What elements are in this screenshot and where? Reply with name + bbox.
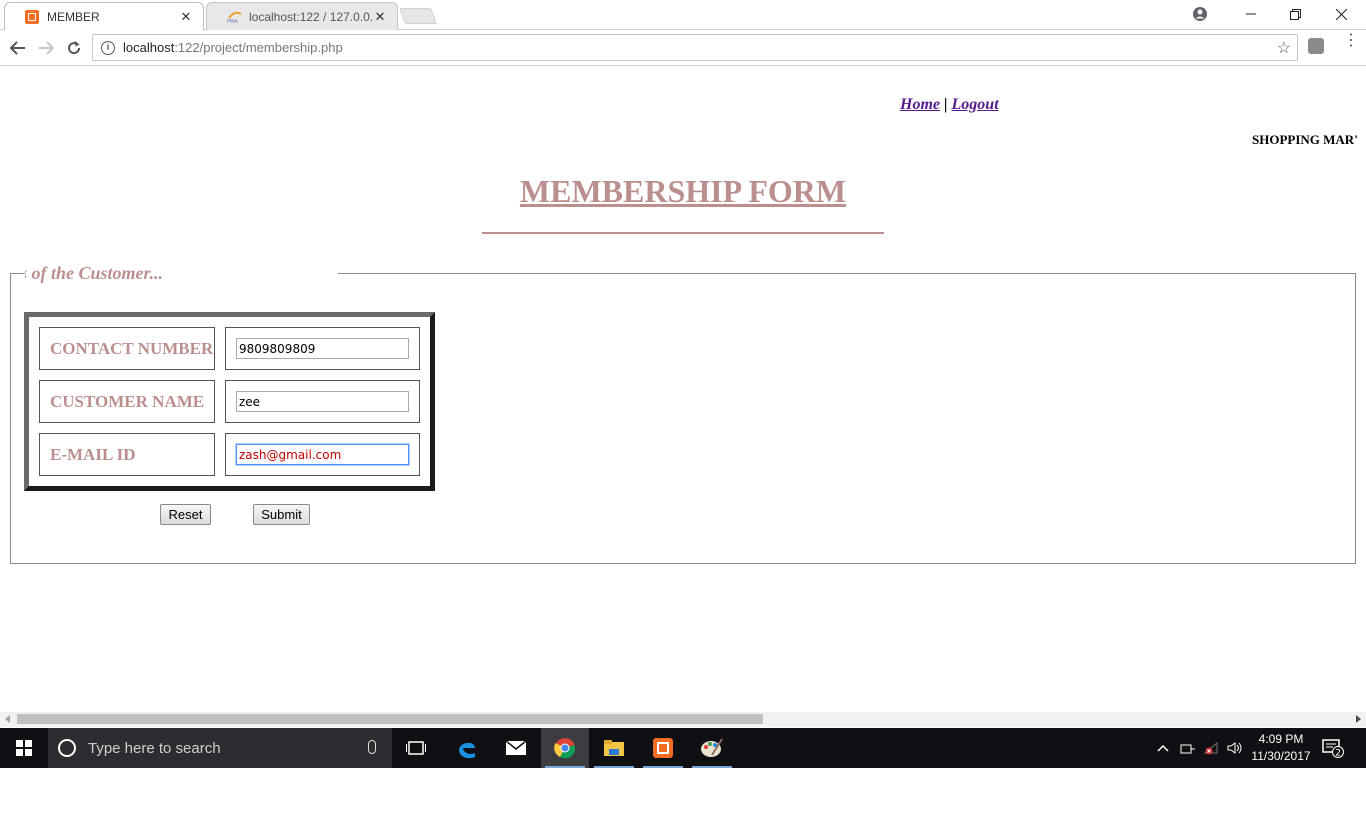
xampp-taskbar-icon[interactable] [639, 728, 687, 768]
back-arrow-icon[interactable] [8, 38, 28, 58]
start-button[interactable] [0, 728, 48, 768]
title-divider [482, 232, 884, 234]
close-window-button[interactable] [1318, 0, 1364, 28]
logout-link[interactable]: Logout [952, 96, 999, 113]
horizontal-scrollbar[interactable] [0, 712, 1366, 727]
screen-margin [0, 768, 1366, 815]
restore-button[interactable] [1272, 0, 1318, 28]
tab-title: MEMBER [47, 9, 100, 24]
marquee-text: SHOPPING MAR' [1252, 132, 1358, 147]
taskbar-search[interactable]: Type here to search [48, 728, 392, 768]
windows-icon [16, 740, 32, 756]
chrome-icon[interactable] [541, 728, 589, 768]
browser-tab-strip: MEMBER ✕ PMA localhost:122 / 127.0.0.1 ✕ [0, 0, 1366, 30]
contact-number-cell [225, 327, 420, 370]
taskbar: Type here to search 4:09 PM 11/30/2017 2 [0, 728, 1366, 768]
customer-name-label: CUSTOMER NAME [39, 380, 215, 423]
clock-date: 11/30/2017 [1251, 749, 1311, 763]
submit-button[interactable]: Submit [253, 504, 310, 525]
email-input[interactable] [236, 444, 409, 465]
membership-form-table: CONTACT NUMBER CUSTOMER NAME E-MAIL ID [24, 312, 435, 491]
page-content: Home | Logout SHOPPING MAR' MEMBERSHIP F… [0, 67, 1366, 712]
contact-number-label: CONTACT NUMBER [39, 327, 215, 370]
close-icon[interactable]: ✕ [373, 9, 387, 25]
fieldset-legend: s of the Customer... [25, 263, 338, 284]
phpmyadmin-icon: PMA [227, 10, 242, 25]
email-label: E-MAIL ID [39, 433, 215, 476]
page-title: MEMBERSHIP FORM [519, 173, 847, 209]
url-host: localhost [123, 40, 175, 55]
scroll-right-icon[interactable] [1356, 715, 1361, 723]
nav-separator: | [944, 96, 948, 113]
legend-text: s of the Customer... [25, 263, 164, 283]
clock-time: 4:09 PM [1258, 732, 1304, 746]
search-placeholder: Type here to search [88, 739, 221, 757]
info-icon[interactable]: i [101, 40, 115, 55]
tab-title: localhost:122 / 127.0.0.1 [249, 9, 373, 24]
top-nav: Home | Logout [900, 96, 999, 114]
edge-icon[interactable] [443, 728, 491, 768]
task-view-icon[interactable] [392, 728, 440, 768]
microphone-icon[interactable] [368, 740, 376, 754]
cortana-icon [58, 739, 76, 757]
action-center-icon[interactable]: 2 [1322, 738, 1344, 758]
extension-icon[interactable] [1308, 38, 1324, 54]
xampp-icon [25, 9, 39, 24]
email-cell [225, 433, 420, 476]
new-tab-button[interactable] [399, 8, 437, 24]
contact-number-input[interactable] [236, 338, 409, 359]
close-icon[interactable]: ✕ [179, 9, 193, 25]
system-clock[interactable]: 4:09 PM 11/30/2017 [1248, 731, 1314, 765]
tab-phpmyadmin[interactable]: PMA localhost:122 / 127.0.0.1 ✕ [206, 2, 398, 30]
volume-icon[interactable] [1227, 728, 1243, 768]
scroll-left-icon[interactable] [5, 715, 10, 723]
notification-count: 2 [1335, 748, 1341, 758]
minimize-button[interactable] [1228, 0, 1274, 28]
scrollbar-thumb[interactable] [17, 714, 763, 724]
reload-icon[interactable] [64, 38, 84, 58]
profile-icon[interactable] [1192, 6, 1208, 22]
svg-text:PMA: PMA [227, 19, 238, 24]
wifi-disconnected-icon[interactable] [1203, 728, 1219, 768]
browser-toolbar: i localhost:122/project/membership.php ☆… [0, 30, 1366, 66]
address-bar[interactable]: i localhost:122/project/membership.php ☆ [92, 34, 1298, 61]
show-hidden-icons-icon[interactable] [1157, 728, 1169, 768]
bookmark-star-icon[interactable]: ☆ [1277, 38, 1291, 58]
tab-member[interactable]: MEMBER ✕ [4, 2, 204, 30]
url-path: :122/project/membership.php [174, 40, 343, 55]
customer-name-cell [225, 380, 420, 423]
forward-arrow-icon[interactable] [36, 38, 56, 58]
reset-button[interactable]: Reset [160, 504, 211, 525]
customer-name-input[interactable] [236, 391, 409, 412]
file-explorer-icon[interactable] [590, 728, 638, 768]
menu-icon[interactable]: ⋮ [1343, 33, 1359, 58]
network-icon[interactable] [1180, 728, 1196, 768]
home-link[interactable]: Home [900, 96, 940, 113]
paint-icon[interactable] [688, 728, 736, 768]
mail-icon[interactable] [492, 728, 540, 768]
